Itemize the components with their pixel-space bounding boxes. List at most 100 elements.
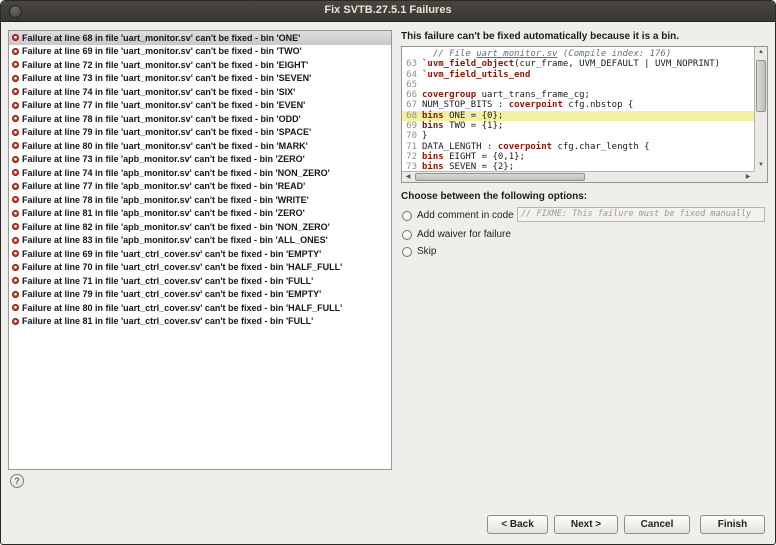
error-icon	[12, 277, 19, 285]
scroll-left-icon[interactable]: ◀	[402, 172, 414, 183]
scroll-right-icon[interactable]: ▶	[742, 172, 754, 183]
failure-label: Failure at line 73 in file 'uart_monitor…	[22, 73, 312, 84]
back-button[interactable]: < Back	[487, 515, 548, 534]
failure-list-item[interactable]: Failure at line 74 in file 'uart_monitor…	[9, 85, 391, 99]
error-icon	[12, 196, 19, 204]
error-icon	[12, 74, 19, 82]
failure-list-item[interactable]: Failure at line 69 in file 'uart_monitor…	[9, 45, 391, 59]
code-line: 65	[402, 80, 754, 90]
code-line: 64 `uvm_field_utils_end	[402, 70, 754, 80]
failure-message: This failure can't be fixed automaticall…	[401, 31, 680, 42]
failure-list-item[interactable]: Failure at line 79 in file 'uart_monitor…	[9, 126, 391, 140]
code-line: 68 bins ONE = {0};	[402, 110, 754, 122]
failure-list-item[interactable]: Failure at line 71 in file 'uart_ctrl_co…	[9, 274, 391, 288]
failure-list-item[interactable]: Failure at line 72 in file 'uart_monitor…	[9, 58, 391, 72]
scroll-up-icon[interactable]: ▲	[755, 47, 767, 58]
code-line: 63 `uvm_field_object(cur_frame, UVM_DEFAU…	[402, 59, 754, 69]
failure-list-item[interactable]: Failure at line 78 in file 'uart_monitor…	[9, 112, 391, 126]
failure-list-item[interactable]: Failure at line 80 in file 'uart_ctrl_co…	[9, 301, 391, 315]
comment-input[interactable]: // FIXME: This failure must be fixed man…	[517, 207, 765, 222]
error-icon	[12, 169, 19, 177]
title-bar: Fix SVTB.27.5.1 Failures	[1, 1, 775, 22]
failure-label: Failure at line 70 in file 'uart_ctrl_co…	[22, 262, 343, 273]
line-number: 65	[406, 79, 417, 90]
error-icon	[12, 155, 19, 163]
error-icon	[12, 304, 19, 312]
code-line: 71 DATA_LENGTH : coverpoint cfg.char_leng…	[402, 142, 754, 152]
code-token: }	[422, 131, 428, 142]
error-icon	[12, 182, 19, 190]
code-token: NUM_STOP_BITS :	[422, 100, 509, 111]
failure-list-item[interactable]: Failure at line 77 in file 'uart_monitor…	[9, 99, 391, 113]
cancel-button[interactable]: Cancel	[624, 515, 690, 534]
radio-add-waiver[interactable]	[402, 229, 412, 240]
failure-label: Failure at line 80 in file 'uart_monitor…	[22, 140, 308, 151]
code-token: (cur_frame, UVM_DEFAULT | UVM_NOPRINT)	[514, 59, 721, 70]
failure-label: Failure at line 82 in file 'apb_monitor.…	[22, 221, 330, 232]
failure-label: Failure at line 69 in file 'uart_monitor…	[22, 46, 302, 57]
failure-list-item[interactable]: Failure at line 81 in file 'apb_monitor.…	[9, 207, 391, 221]
failure-list-item[interactable]: Failure at line 74 in file 'apb_monitor.…	[9, 166, 391, 180]
failure-label: Failure at line 74 in file 'uart_monitor…	[22, 86, 296, 97]
code-line: 73 bins SEVEN = {2};	[402, 162, 754, 171]
horizontal-scroll-thumb[interactable]	[415, 173, 585, 181]
failure-list-item[interactable]: Failure at line 81 in file 'uart_ctrl_co…	[9, 315, 391, 329]
option-skip[interactable]: Skip	[402, 244, 436, 259]
failure-list-item[interactable]: Failure at line 70 in file 'uart_ctrl_co…	[9, 261, 391, 275]
code-token: (Compile index: 176)	[557, 49, 672, 59]
code-token: bins	[422, 151, 444, 162]
line-number: 73	[406, 162, 417, 171]
dialog-window: Fix SVTB.27.5.1 Failures Failure at line…	[0, 0, 776, 545]
failure-list-item[interactable]: Failure at line 69 in file 'uart_ctrl_co…	[9, 247, 391, 261]
code-token: covergroup	[422, 90, 477, 101]
next-button[interactable]: Next >	[554, 515, 618, 534]
finish-button[interactable]: Finish	[700, 515, 765, 534]
failure-label: Failure at line 77 in file 'apb_monitor.…	[22, 181, 306, 192]
code-token: bins	[422, 110, 444, 121]
failure-list-item[interactable]: Failure at line 79 in file 'uart_ctrl_co…	[9, 288, 391, 302]
error-icon	[12, 34, 19, 42]
failure-list-item[interactable]: Failure at line 82 in file 'apb_monitor.…	[9, 220, 391, 234]
failure-label: Failure at line 77 in file 'uart_monitor…	[22, 100, 306, 111]
failure-label: Failure at line 79 in file 'uart_ctrl_co…	[22, 289, 322, 300]
code-token: `uvm_field_utils_end	[422, 69, 531, 80]
failure-list-item[interactable]: Failure at line 68 in file 'uart_monitor…	[9, 31, 391, 45]
radio-skip[interactable]	[402, 246, 412, 257]
scroll-down-icon[interactable]: ▼	[755, 160, 767, 171]
failure-list-item[interactable]: Failure at line 73 in file 'uart_monitor…	[9, 72, 391, 86]
code-token: cfg.char_length {	[552, 141, 650, 152]
failure-list-item[interactable]: Failure at line 83 in file 'apb_monitor.…	[9, 234, 391, 248]
failure-label: Failure at line 68 in file 'uart_monitor…	[22, 32, 301, 43]
code-token: ONE = {0};	[443, 110, 504, 121]
error-icon	[12, 128, 19, 136]
option-add-waiver-label: Add waiver for failure	[417, 229, 511, 240]
file-link[interactable]: uart_monitor.sv	[476, 49, 557, 59]
option-add-comment-label: Add comment in code	[417, 210, 514, 221]
vertical-scrollbar[interactable]: ▲ ▼	[754, 47, 767, 171]
failure-list-item[interactable]: Failure at line 78 in file 'apb_monitor.…	[9, 193, 391, 207]
code-token: coverpoint	[508, 100, 563, 111]
scrollbar-corner	[754, 171, 767, 182]
code-token: TWO = {1};	[443, 121, 504, 132]
code-token: uart_trans_frame_cg;	[476, 90, 590, 101]
help-button[interactable]: ?	[10, 474, 24, 488]
line-number: 67	[406, 100, 417, 111]
failure-list-item[interactable]: Failure at line 80 in file 'uart_monitor…	[9, 139, 391, 153]
line-number: 68	[406, 110, 417, 121]
code-token: cfg.nbstop {	[562, 100, 634, 111]
option-add-comment[interactable]: Add comment in code	[402, 208, 514, 223]
code-line: 69 bins TWO = {1};	[402, 121, 754, 131]
error-icon	[12, 88, 19, 96]
code-line: 70}	[402, 131, 754, 141]
horizontal-scrollbar[interactable]: ◀ ▶	[402, 171, 754, 182]
failure-list-item[interactable]: Failure at line 77 in file 'apb_monitor.…	[9, 180, 391, 194]
error-icon	[12, 115, 19, 123]
code-line: 72 bins EIGHT = {0,1};	[402, 152, 754, 162]
option-add-waiver[interactable]: Add waiver for failure	[402, 227, 511, 242]
failure-label: Failure at line 83 in file 'apb_monitor.…	[22, 235, 328, 246]
radio-add-comment[interactable]	[402, 210, 412, 221]
error-icon	[12, 101, 19, 109]
error-icon	[12, 142, 19, 150]
failure-list-item[interactable]: Failure at line 73 in file 'apb_monitor.…	[9, 153, 391, 167]
vertical-scroll-thumb[interactable]	[756, 60, 766, 112]
